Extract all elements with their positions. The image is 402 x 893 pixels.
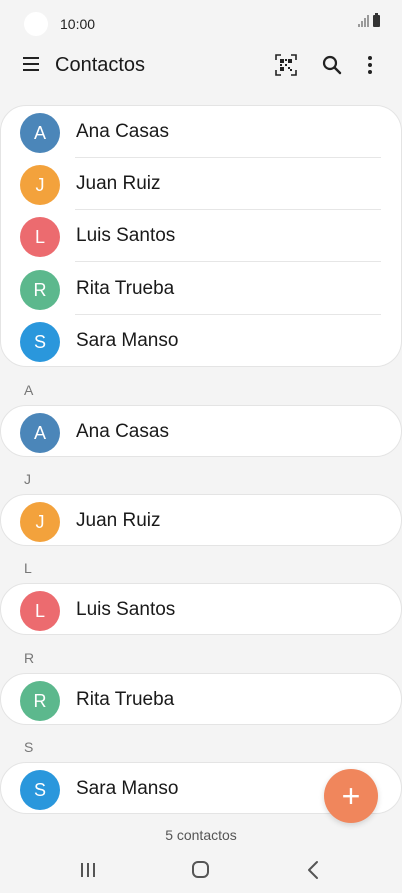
status-icons xyxy=(358,13,380,27)
contact-name: Luis Santos xyxy=(76,599,176,620)
camera-cutout xyxy=(24,12,48,36)
contact-card: J Juan Ruiz xyxy=(0,494,402,546)
contact-name: Juan Ruiz xyxy=(76,173,161,194)
avatar: A xyxy=(20,113,60,153)
list-item[interactable]: J Juan Ruiz xyxy=(1,495,402,547)
list-item[interactable]: A Ana Casas xyxy=(1,106,402,158)
avatar: L xyxy=(20,591,60,631)
menu-icon[interactable] xyxy=(23,57,39,71)
contact-name: Rita Trueba xyxy=(76,278,175,299)
avatar: S xyxy=(20,770,60,810)
contact-name: Juan Ruiz xyxy=(76,510,161,531)
avatar: J xyxy=(20,165,60,205)
contact-name: Sara Manso xyxy=(76,778,179,799)
contact-name: Luis Santos xyxy=(76,225,176,246)
status-time: 10:00 xyxy=(60,16,96,32)
list-item[interactable]: L Luis Santos xyxy=(1,210,402,262)
section-header: L xyxy=(24,560,32,576)
contact-card: A Ana Casas xyxy=(0,405,402,457)
avatar: R xyxy=(20,270,60,310)
search-icon[interactable] xyxy=(322,55,342,75)
section-header: S xyxy=(24,739,34,755)
section-header: J xyxy=(24,471,31,487)
more-vert-icon[interactable] xyxy=(367,56,373,74)
navigation-bar xyxy=(0,850,402,890)
list-item[interactable]: L Luis Santos xyxy=(1,584,402,636)
list-item[interactable]: A Ana Casas xyxy=(1,406,402,458)
contact-count: 5 contactos xyxy=(165,827,237,843)
favorites-card: A Ana Casas J Juan Ruiz L Luis Santos R … xyxy=(0,105,402,367)
contact-name: Ana Casas xyxy=(76,121,169,142)
list-item[interactable]: R Rita Trueba xyxy=(1,263,402,315)
section-header: R xyxy=(24,650,35,666)
avatar: J xyxy=(20,502,60,542)
avatar: R xyxy=(20,681,60,721)
recent-apps-icon[interactable] xyxy=(81,863,95,877)
contact-name: Sara Manso xyxy=(76,330,179,351)
avatar: S xyxy=(20,322,60,362)
section-header: A xyxy=(24,382,34,398)
list-item[interactable]: S Sara Manso xyxy=(1,315,402,367)
list-item[interactable]: J Juan Ruiz xyxy=(1,158,402,210)
signal-icon xyxy=(358,15,369,27)
qr-code-icon[interactable] xyxy=(275,54,297,76)
avatar: L xyxy=(20,217,60,257)
home-icon[interactable] xyxy=(192,861,209,878)
list-item[interactable]: R Rita Trueba xyxy=(1,674,402,726)
contact-card: R Rita Trueba xyxy=(0,673,402,725)
page-title: Contactos xyxy=(55,54,146,76)
status-bar: 10:00 xyxy=(0,0,402,48)
avatar: A xyxy=(20,413,60,453)
app-bar: Contactos xyxy=(0,48,402,84)
contact-card: L Luis Santos xyxy=(0,583,402,635)
divider xyxy=(75,261,381,262)
battery-icon xyxy=(373,13,380,27)
back-icon[interactable] xyxy=(306,860,320,880)
add-contact-button[interactable]: + xyxy=(324,769,378,823)
contact-name: Ana Casas xyxy=(76,421,169,442)
contact-name: Rita Trueba xyxy=(76,689,175,710)
